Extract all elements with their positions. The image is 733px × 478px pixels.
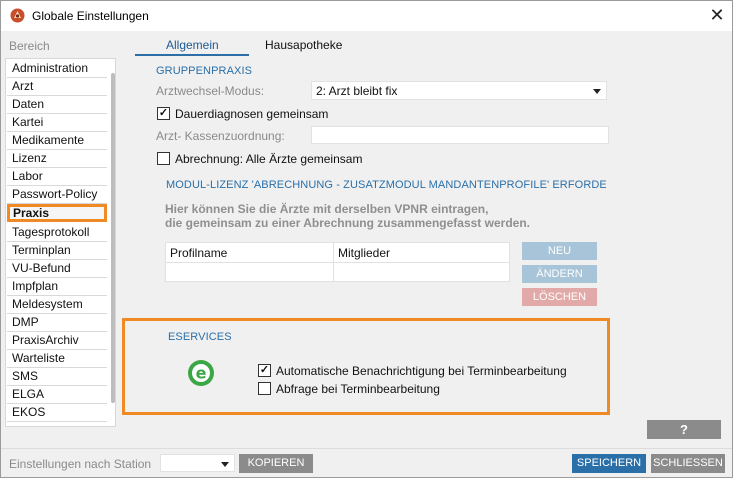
sidebar-item-tagesprotokoll[interactable]: Tagesprotokoll	[7, 224, 107, 242]
chevron-down-icon	[221, 462, 229, 467]
chevron-down-icon	[593, 89, 601, 94]
sidebar-item-warteliste[interactable]: Warteliste	[7, 350, 107, 368]
modul-lizenz-title: MODUL-LIZENZ 'ABRECHNUNG - ZUSATZMODUL M…	[166, 179, 606, 191]
sidebar-item-terminplan[interactable]: Terminplan	[7, 242, 107, 260]
sidebar-item-arzt[interactable]: Arzt	[7, 78, 107, 96]
abrechnung-label: Abrechnung: Alle Ärzte gemeinsam	[175, 152, 363, 166]
sidebar-header: Bereich	[9, 39, 50, 53]
sidebar-item-elga[interactable]: ELGA	[7, 386, 107, 404]
modul-info-line1: Hier können Sie die Ärzte mit derselben …	[165, 202, 489, 216]
kassenzuordnung-label: Arzt- Kassenzuordnung:	[156, 129, 285, 143]
sidebar-item-administration[interactable]: Administration	[7, 60, 107, 78]
sidebar-item-lizenz[interactable]: Lizenz	[7, 150, 107, 168]
abfrage-label: Abfrage bei Terminbearbeitung	[276, 382, 440, 396]
sidebar-item-ekos[interactable]: EKOS	[7, 404, 107, 422]
sidebar-item-dmp[interactable]: DMP	[7, 314, 107, 332]
kopieren-button[interactable]: KOPIEREN	[239, 454, 313, 473]
arztwechsel-label: Arztwechsel-Modus:	[156, 84, 265, 98]
sidebar-item-praxisarchiv[interactable]: PraxisArchiv	[7, 332, 107, 350]
abrechnung-checkbox[interactable]	[157, 152, 170, 165]
neu-button[interactable]: NEU	[522, 242, 597, 260]
eservices-title: ESERVICES	[168, 331, 232, 343]
abfrage-checkbox[interactable]	[258, 382, 271, 395]
column-header-mitglieder[interactable]: Mitglieder	[338, 246, 390, 260]
sidebar-item-kartei[interactable]: Kartei	[7, 114, 107, 132]
sidebar-item-vu-befund[interactable]: VU-Befund	[7, 260, 107, 278]
auto-benachrichtigung-checkbox[interactable]: ✓	[258, 364, 271, 377]
speichern-button[interactable]: SPEICHERN	[572, 454, 646, 473]
help-button[interactable]: ?	[647, 420, 721, 439]
auto-benachrichtigung-label: Automatische Benachrichtigung bei Termin…	[276, 364, 567, 378]
loeschen-button[interactable]: LÖSCHEN	[522, 288, 597, 306]
column-header-profilname[interactable]: Profilname	[170, 246, 227, 260]
eservices-logo-icon: e	[188, 360, 214, 386]
window-title: Globale Einstellungen	[32, 9, 149, 23]
gruppenpraxis-title: GRUPPENPRAXIS	[156, 65, 253, 77]
header-divider	[166, 262, 509, 263]
arztwechsel-select[interactable]: 2: Arzt bleibt fix	[311, 81, 607, 100]
sidebar-item-medikamente[interactable]: Medikamente	[7, 132, 107, 150]
title-bar: Globale Einstellungen ✕	[1, 1, 732, 31]
tab-hausapotheke[interactable]: Hausapotheke	[265, 38, 342, 52]
kassenzuordnung-input[interactable]	[311, 126, 609, 144]
sidebar-item-daten[interactable]: Daten	[7, 96, 107, 114]
tab-allgemein[interactable]: Allgemein	[166, 38, 219, 52]
active-tab-indicator	[135, 54, 249, 56]
eservices-logo-letter: e	[196, 364, 207, 383]
sidebar-item-praxis[interactable]: Praxis	[7, 204, 107, 222]
sidebar-item-impfplan[interactable]: Impfplan	[7, 278, 107, 296]
settings-window: Globale Einstellungen ✕ Bereich Administ…	[0, 0, 733, 478]
station-label: Einstellungen nach Station	[9, 457, 152, 471]
modul-info-line2: die gemeinsam zu einer Abrechnung zusamm…	[165, 216, 530, 230]
sidebar-item-passwort-policy[interactable]: Passwort-Policy	[7, 186, 107, 204]
dauerdiagnosen-label: Dauerdiagnosen gemeinsam	[175, 107, 329, 121]
schliessen-button[interactable]: SCHLIESSEN	[651, 454, 725, 473]
dauerdiagnosen-checkbox[interactable]: ✓	[157, 107, 170, 120]
close-icon[interactable]: ✕	[702, 1, 732, 31]
profile-table[interactable]: Profilname Mitglieder	[165, 242, 510, 282]
app-logo-icon	[10, 8, 25, 23]
sidebar-scrollbar[interactable]	[111, 73, 115, 403]
sidebar-item-sms[interactable]: SMS	[7, 368, 107, 386]
sidebar-item-labor[interactable]: Labor	[7, 168, 107, 186]
aendern-button[interactable]: ÄNDERN	[522, 265, 597, 283]
station-select[interactable]	[160, 454, 235, 472]
sidebar-item-meldesystem[interactable]: Meldesystem	[7, 296, 107, 314]
arztwechsel-value: 2: Arzt bleibt fix	[316, 84, 398, 98]
sidebar-list: Administration Arzt Daten Kartei Medikam…	[5, 58, 116, 427]
